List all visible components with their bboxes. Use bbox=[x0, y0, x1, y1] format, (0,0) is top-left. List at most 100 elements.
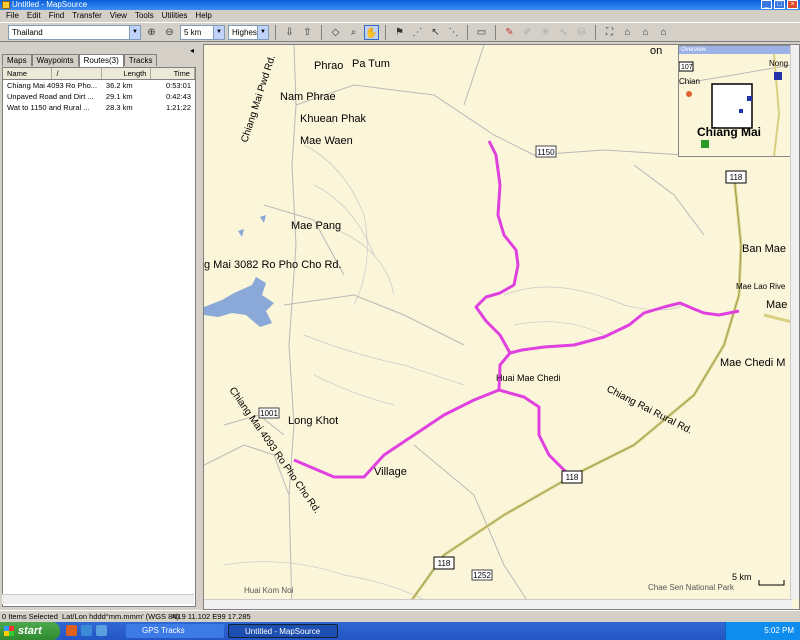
place-label: Mae Pang bbox=[291, 220, 341, 232]
chevron-down-icon[interactable]: ▼ bbox=[257, 25, 268, 39]
overview-canvas[interactable]: 107 Nong H Chian Chiang Mai bbox=[678, 53, 798, 157]
system-tray: 5:02 PM bbox=[725, 622, 800, 640]
task-label: GPS Tracks bbox=[142, 626, 185, 635]
chevron-down-icon[interactable]: ▼ bbox=[129, 25, 140, 39]
windows-logo-icon bbox=[4, 626, 14, 636]
toolbar-separator bbox=[321, 24, 322, 40]
mapsource-window: Untitled - MapSource _ □ × File Edit Fin… bbox=[0, 0, 800, 622]
toolbar-separator bbox=[595, 24, 596, 40]
menu-tools[interactable]: Tools bbox=[131, 10, 158, 22]
minor-roads bbox=[204, 45, 705, 609]
place-label: Huai Kom Noi bbox=[244, 586, 294, 595]
toolbar: Thailand ▼ ⊕ ⊖ 5 km ▼ Highest ▼ ⇩ ⇧ ◇ ⌕ … bbox=[0, 22, 800, 42]
task-gps-tracks[interactable]: GPS Tracks bbox=[126, 624, 224, 638]
hand-tool-icon[interactable]: ✋ bbox=[364, 24, 379, 40]
route-time: 0:53:01 bbox=[165, 81, 191, 90]
place-label: Pa Tum bbox=[352, 58, 390, 70]
route-time: 1:21:22 bbox=[165, 103, 191, 112]
menu-file[interactable]: File bbox=[2, 10, 23, 22]
close-button[interactable]: × bbox=[787, 0, 798, 9]
col-length[interactable]: Length bbox=[102, 68, 152, 79]
menu-edit[interactable]: Edit bbox=[23, 10, 45, 22]
find-place-icon[interactable]: ⌂ bbox=[620, 25, 635, 40]
pond bbox=[260, 215, 266, 223]
route-length: 36.2 km bbox=[105, 81, 133, 90]
contour-lines bbox=[223, 144, 685, 609]
map-vertical-scrollbar[interactable] bbox=[790, 45, 799, 599]
menu-view[interactable]: View bbox=[106, 10, 131, 22]
waypoint-tool-icon[interactable]: ⚑ bbox=[392, 25, 407, 40]
close-panel-icon[interactable]: ◂ bbox=[190, 46, 194, 55]
tab-tracks[interactable]: Tracks bbox=[123, 54, 158, 66]
list-scrollbar[interactable] bbox=[2, 594, 194, 604]
reservoir bbox=[204, 277, 274, 327]
track-tool-icon[interactable]: ⋱ bbox=[446, 25, 461, 40]
toolbar-separator bbox=[385, 24, 386, 40]
menu-help[interactable]: Help bbox=[191, 10, 215, 22]
measure-tool-icon[interactable]: ▭ bbox=[474, 25, 489, 40]
maximize-button[interactable]: □ bbox=[774, 0, 785, 9]
receive-from-device-icon[interactable]: ⇩ bbox=[282, 25, 297, 40]
route-time: 0:42:43 bbox=[165, 92, 191, 101]
tab-routes[interactable]: Routes(3) bbox=[78, 54, 124, 67]
zoom-level-select[interactable]: 5 km ▼ bbox=[180, 24, 225, 40]
list-item[interactable]: Chiang Mai 4093 Ro Pho... 36.2 km 0:53:0… bbox=[3, 80, 195, 91]
place-label: Nam Phrae bbox=[280, 91, 336, 103]
zoom-tool-icon[interactable]: ⌕ bbox=[346, 25, 361, 40]
col-name[interactable]: Name bbox=[3, 68, 53, 79]
overview-map[interactable]: Overview 107 Nong H Chian Chiang Mai bbox=[678, 45, 798, 157]
menu-utilities[interactable]: Utilities bbox=[158, 10, 192, 22]
place-label: Long Khot bbox=[288, 415, 338, 427]
shield-118: 118 bbox=[730, 173, 743, 182]
start-button[interactable]: start bbox=[0, 622, 60, 640]
overview-viewport[interactable] bbox=[711, 83, 753, 129]
menu-find[interactable]: Find bbox=[45, 10, 69, 22]
map-horizontal-scrollbar[interactable] bbox=[204, 599, 792, 609]
overview-header: Overview bbox=[679, 46, 797, 54]
col-time[interactable]: Time bbox=[151, 68, 195, 79]
menu-transfer[interactable]: Transfer bbox=[68, 10, 106, 22]
map-product-select[interactable]: Thailand ▼ bbox=[8, 24, 141, 40]
map-select-icon[interactable]: ✎ bbox=[502, 25, 517, 40]
send-to-device-icon[interactable]: ⇧ bbox=[300, 25, 315, 40]
ie-icon[interactable] bbox=[81, 625, 92, 636]
zoom-in-icon[interactable]: ⊕ bbox=[144, 25, 159, 40]
toolbar-separator bbox=[467, 24, 468, 40]
route-properties-icon[interactable]: ✳ bbox=[538, 25, 553, 40]
eraser-icon[interactable]: ✐ bbox=[520, 25, 535, 40]
zoom-level-value: 5 km bbox=[184, 27, 202, 37]
minimize-button[interactable]: _ bbox=[761, 0, 772, 9]
pointer-tool-icon[interactable]: ↖ bbox=[428, 25, 443, 40]
map-product-value: Thailand bbox=[12, 27, 43, 37]
list-header: Name / Length Time bbox=[3, 68, 195, 80]
route-name: Wat to 1150 and Rural ... bbox=[7, 103, 90, 112]
detail-select[interactable]: Highest ▼ bbox=[228, 24, 269, 40]
firefox-icon[interactable] bbox=[66, 625, 77, 636]
tab-waypoints[interactable]: Waypoints bbox=[31, 54, 79, 66]
place-label: Village bbox=[374, 466, 407, 478]
col-sort[interactable]: / bbox=[52, 68, 102, 79]
app-icon bbox=[2, 1, 10, 9]
find-recent-icon[interactable]: ⌂ bbox=[656, 25, 671, 40]
clock[interactable]: 5:02 PM bbox=[764, 626, 794, 635]
map-view[interactable]: 1150 118 118 118 1001 1252 Phrao Pa Tum … bbox=[203, 44, 800, 610]
list-item[interactable]: Unpaved Road and Dirt ... 29.1 km 0:42:4… bbox=[3, 91, 195, 102]
tab-maps[interactable]: Maps bbox=[2, 54, 32, 66]
binoculars-icon[interactable]: ⛶ bbox=[602, 25, 617, 40]
profile-icon[interactable]: ⛁ bbox=[574, 25, 589, 40]
select-tool-icon[interactable]: ◇ bbox=[328, 25, 343, 40]
toolbar-separator bbox=[495, 24, 496, 40]
task-mapsource[interactable]: Untitled - MapSource bbox=[228, 624, 338, 638]
desktop-icon[interactable] bbox=[96, 625, 107, 636]
zoom-out-icon[interactable]: ⊖ bbox=[162, 25, 177, 40]
find-address-icon[interactable]: ⌂ bbox=[638, 25, 653, 40]
title-bar: Untitled - MapSource _ □ × bbox=[0, 0, 800, 10]
task-label: Untitled - MapSource bbox=[245, 627, 321, 636]
route-tool-icon[interactable]: ⋰ bbox=[410, 25, 425, 40]
toolbar-separator bbox=[275, 24, 276, 40]
chevron-down-icon[interactable]: ▼ bbox=[213, 25, 224, 39]
pond bbox=[238, 229, 244, 237]
list-item[interactable]: Wat to 1150 and Rural ... 28.3 km 1:21:2… bbox=[3, 102, 195, 113]
track-properties-icon[interactable]: ∿ bbox=[556, 25, 571, 40]
place-label: Mae Chedi M bbox=[720, 357, 785, 369]
